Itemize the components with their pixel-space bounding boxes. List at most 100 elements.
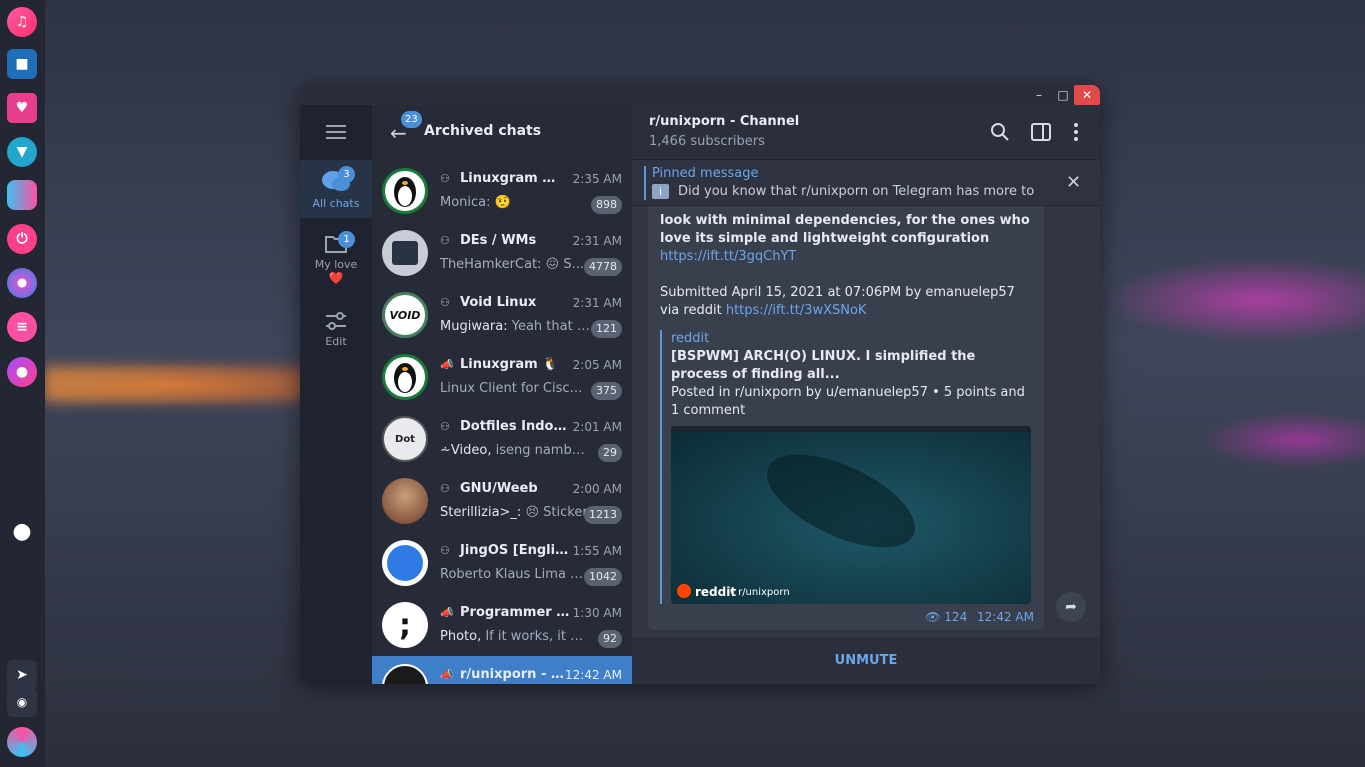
chat-time: 2:01 AM [572, 420, 622, 434]
folder-all-chats[interactable]: 3 All chats [300, 160, 372, 218]
folder-label: All chats [312, 196, 360, 210]
launcher-icon[interactable] [7, 727, 37, 757]
chat-title: ⚇ DEs / WMs [440, 233, 537, 248]
chat-row-des-wms[interactable]: ⚇ DEs / WMs 2:31 AM TheHamkerCat: 😖 S... … [372, 222, 632, 284]
chat-row-linuxgram-channel[interactable]: 📣 Linuxgram 🐧 2:05 AM Linux Client for Ci… [372, 346, 632, 408]
folder-my-love[interactable]: 1 My love ❤️ [300, 223, 372, 295]
pinned-message-bar[interactable]: Pinned message i Did you know that r/uni… [632, 160, 1100, 206]
chat-title: ⚇ GNU/Weeb [440, 481, 538, 496]
message-bubble: look with minimal dependencies, for the … [648, 206, 1044, 630]
telegram-icon[interactable]: ➤ [7, 660, 37, 690]
preview-title: [BSPWM] ARCH(O) LINUX. I simplified the … [671, 349, 976, 382]
chat-time: 2:31 AM [572, 234, 622, 248]
avatar: Dot [382, 416, 428, 462]
folder-edit[interactable]: Edit [300, 300, 372, 358]
chat-row-unixporn[interactable]: 📣 r/unixporn - C... 12:42 AM [372, 656, 632, 684]
archived-chats-title: Archived chats [424, 123, 542, 139]
via-line: via reddit https://ift.tt/3wXSNoK [660, 303, 867, 318]
avatar [382, 540, 428, 586]
submitted-line: Submitted April 15, 2021 at 07:06PM by e… [660, 285, 1015, 300]
chat-row-void-linux[interactable]: VOID ⚇ Void Linux 2:31 AM Mugiwara: Yeah … [372, 284, 632, 346]
chat-time: 2:00 AM [572, 482, 622, 496]
message-time: 12:42 AM [977, 610, 1034, 624]
group-icon: ⚇ [440, 172, 450, 185]
unread-count: 1213 [584, 506, 622, 524]
titlebar: – □ ✕ [300, 85, 1100, 105]
bottom-bar: UNMUTE [632, 637, 1100, 684]
unread-count: 4778 [584, 258, 622, 276]
chat-row-gnu-weeb[interactable]: ⚇ GNU/Weeb 2:00 AM Sterillizia>_: 😣 Stick… [372, 470, 632, 532]
conversation-pane: r/unixporn - Channel 1,466 subscribers P… [632, 105, 1100, 684]
heart-emoji: ❤️ [328, 270, 344, 285]
spotify-icon[interactable]: ≡ [7, 312, 37, 342]
package-icon[interactable]: ■ [7, 49, 37, 79]
group-icon: ⚇ [440, 296, 450, 309]
chat-time: 1:55 AM [572, 544, 622, 558]
wallpaper-glow [45, 365, 305, 403]
close-window-button[interactable]: ✕ [1074, 85, 1100, 105]
power-icon[interactable]: ⏻ [7, 224, 37, 254]
group-icon: ⚇ [440, 544, 450, 557]
group-icon: ⚇ [440, 234, 450, 247]
folder-badge: 1 [338, 231, 355, 248]
link-preview[interactable]: reddit [BSPWM] ARCH(O) LINUX. I simplifi… [660, 330, 1032, 604]
hamburger-menu-icon[interactable] [326, 125, 346, 139]
drop-icon[interactable]: ● [7, 357, 37, 387]
message-meta: 👁 124 12:42 AM [925, 608, 1034, 626]
unread-count: 375 [591, 382, 622, 400]
more-options-icon[interactable] [1073, 122, 1079, 142]
sliders-icon [326, 311, 346, 330]
avatar [382, 230, 428, 276]
search-icon[interactable] [990, 122, 1010, 142]
unmute-button[interactable]: UNMUTE [835, 653, 898, 668]
folder-sidebar: 3 All chats 1 My love ❤️ Edit [300, 105, 372, 684]
avatar [382, 478, 428, 524]
chat-time: 1:30 AM [572, 606, 622, 620]
conversation-header: r/unixporn - Channel 1,466 subscribers [632, 105, 1100, 160]
music-player-icon[interactable]: ♫ [7, 7, 37, 37]
message-link[interactable]: https://ift.tt/3wXSNoK [726, 303, 867, 318]
chat-preview: Monica: 🤨 [440, 195, 511, 210]
minimize-button[interactable]: – [1026, 85, 1052, 105]
unread-count: 898 [591, 196, 622, 214]
view-count: 124 [944, 610, 968, 624]
sidebar-toggle-icon[interactable] [1031, 123, 1051, 141]
preview-image[interactable]: reddit • r/unixporn [671, 426, 1031, 604]
maximize-button[interactable]: □ [1050, 85, 1076, 105]
megaphone-icon: 📣 [440, 606, 454, 619]
files-folder-icon[interactable]: ♥ [7, 93, 37, 123]
chat-row-programmer-jokes[interactable]: ; 📣Programmer Jo... 1:30 AM Photo, If it… [372, 594, 632, 656]
avatar [382, 664, 428, 684]
disc-icon[interactable] [7, 268, 37, 298]
discord-icon[interactable]: ◉ [7, 687, 37, 717]
unread-count: 92 [598, 630, 622, 648]
chat-title: 📣Programmer Jo... [440, 605, 570, 620]
preview-description: Posted in r/unixporn by u/emanuelep57 • … [671, 385, 1025, 418]
chat-row-jingos[interactable]: ⚇ JingOS [English] 1:55 AM Roberto Klaus … [372, 532, 632, 594]
message-text: look with minimal dependencies, for the … [660, 213, 1030, 246]
channel-title[interactable]: r/unixporn - Channel [649, 114, 799, 129]
chat-row-linuxgram[interactable]: ⚇ Linuxgram 🐧 ... 2:35 AM Monica: 🤨 898 [372, 160, 632, 222]
chat-preview: Mugiwara: Yeah that i... [440, 319, 590, 334]
megaphone-icon: 📣 [440, 358, 454, 371]
image-subreddit: • r/unixporn [729, 587, 790, 598]
forward-button[interactable]: ➦ [1056, 592, 1086, 622]
folder-label: My love [314, 257, 358, 271]
avatar [382, 354, 428, 400]
avatar [382, 168, 428, 214]
preview-site-name: reddit [671, 331, 710, 346]
reddit-logo-icon [677, 584, 691, 598]
subscriber-count: 1,466 subscribers [649, 134, 765, 149]
message-link[interactable]: https://ift.tt/3gqChYT [660, 248, 1032, 266]
funnel-app-icon[interactable]: ▼ [7, 137, 37, 167]
chat-row-dotfiles[interactable]: Dot ⚇ Dotfiles Indon... 2:01 AM ⩪Video, i… [372, 408, 632, 470]
folder-badge: 3 [338, 166, 355, 183]
close-pinned-icon[interactable]: ✕ [1066, 172, 1081, 193]
chat-title: 📣 r/unixporn - C... [440, 667, 570, 682]
chat-preview: ⩪Video, iseng nambahi... [440, 443, 590, 458]
chat-app-icon[interactable] [7, 180, 37, 210]
chat-time: 2:35 AM [572, 172, 622, 186]
chat-preview: Linux Client for Cisco ... [440, 381, 590, 396]
unread-count: 29 [598, 444, 622, 462]
group-icon: ⚇ [440, 420, 450, 433]
